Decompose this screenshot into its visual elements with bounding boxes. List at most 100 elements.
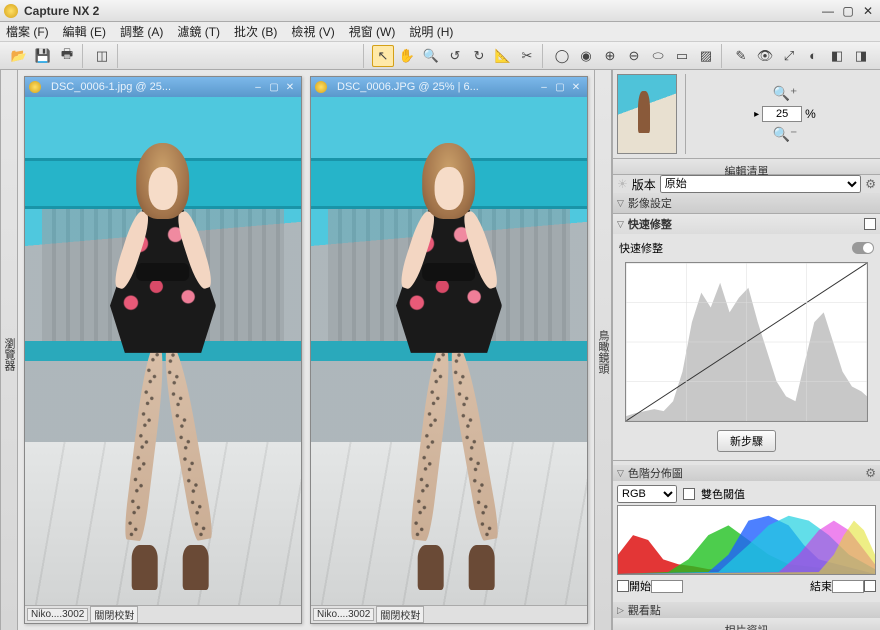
layout-button[interactable]: ◫ <box>91 45 113 67</box>
color-picker[interactable]: ⤢ <box>778 45 800 67</box>
image-1-statusbar: Niko....3002 關閉校對 <box>25 605 301 623</box>
rgb-histogram[interactable] <box>617 505 876 575</box>
sun-icon: ☀ <box>617 177 628 191</box>
birdview-tab[interactable]: 鳥瞰鏡頭 <box>594 70 612 630</box>
collapse-icon: ▷ <box>617 605 624 616</box>
expand-icon: ▽ <box>617 468 624 479</box>
version-label: 版本 <box>632 176 656 193</box>
image-1-camera: Niko....3002 <box>27 608 88 621</box>
curves-histogram[interactable] <box>625 262 868 422</box>
left-sidebar: 瀏覽器 資料夾 中繼資料 <box>0 70 18 630</box>
image-1-canvas[interactable] <box>25 97 301 605</box>
menubar: 檔案 (F) 編輯 (E) 調整 (A) 濾鏡 (T) 批次 (B) 檢視 (V… <box>0 22 880 42</box>
image-2-title: DSC_0006.JPG @ 25% | 6... <box>337 81 533 93</box>
zoom-out-button[interactable]: 🔍⁻ <box>773 126 798 143</box>
titlebar: Capture NX 2 — ▢ ✕ <box>0 0 880 22</box>
quickfix-title: 快速修整 <box>628 216 672 232</box>
editlist-tab[interactable]: 編輯清單 <box>613 159 880 175</box>
image-1-close[interactable]: ✕ <box>283 80 297 94</box>
minus-control-point[interactable]: ⊖ <box>623 45 645 67</box>
open-button[interactable]: 📂 <box>8 45 30 67</box>
gradient-tool[interactable]: ▭ <box>671 45 693 67</box>
zoom-in-button[interactable]: 🔍⁺ <box>773 85 798 102</box>
menu-adjust[interactable]: 調整 (A) <box>120 23 163 40</box>
neutral-picker[interactable]: ◐ <box>802 45 824 67</box>
version-gear-icon[interactable]: ⚙ <box>865 177 876 191</box>
image-2-profile[interactable]: 關閉校對 <box>376 606 424 623</box>
black-point-picker[interactable]: ◧ <box>826 45 848 67</box>
histogram-gear-icon[interactable]: ⚙ <box>865 466 876 480</box>
zoom-tool[interactable]: 🔍 <box>420 45 442 67</box>
print-button[interactable]: 🖶 <box>56 45 78 67</box>
image-1-photo <box>25 97 301 605</box>
auto-retouch-brush[interactable]: ✎ <box>730 45 752 67</box>
image-1-minimize[interactable]: – <box>251 80 265 94</box>
hand-tool[interactable]: ✋ <box>396 45 418 67</box>
image-window-2-titlebar[interactable]: DSC_0006.JPG @ 25% | 6... – ▢ ✕ <box>311 77 587 97</box>
menu-edit[interactable]: 編輯 (E) <box>63 23 106 40</box>
navigator: 🔍⁺ ▸ 25 % 🔍⁻ <box>613 70 880 159</box>
app-icon <box>4 4 18 18</box>
menu-help[interactable]: 說明 (H) <box>409 23 453 40</box>
close-button[interactable]: ✕ <box>860 3 876 19</box>
image-1-title: DSC_0006-1.jpg @ 25... <box>51 81 247 93</box>
browser-tab[interactable]: 瀏覽器 <box>1 78 17 630</box>
quickfix-checkbox[interactable] <box>864 218 876 230</box>
image-2-camera: Niko....3002 <box>313 608 374 621</box>
menu-batch[interactable]: 批次 (B) <box>234 23 277 40</box>
redeye-tool[interactable]: 👁 <box>754 45 776 67</box>
expand-icon: ▽ <box>617 219 624 230</box>
zoom-value[interactable]: 25 <box>762 106 802 122</box>
end-checkbox[interactable] <box>864 580 876 592</box>
minimize-button[interactable]: — <box>820 3 836 19</box>
version-select[interactable]: 原始 <box>660 175 861 193</box>
channel-select[interactable]: RGB <box>617 485 677 503</box>
menu-window[interactable]: 視窗 (W) <box>349 23 396 40</box>
menu-file[interactable]: 檔案 (F) <box>6 23 49 40</box>
start-input[interactable] <box>651 580 683 593</box>
crop-tool[interactable]: ✂ <box>516 45 538 67</box>
menu-filter[interactable]: 濾鏡 (T) <box>177 23 220 40</box>
selection-brush[interactable]: ⬭ <box>647 45 669 67</box>
lasso-tool[interactable]: ◯ <box>551 45 573 67</box>
straighten-tool[interactable]: 📐 <box>492 45 514 67</box>
workspace: 瀏覽器 資料夾 中繼資料 DSC_0006-1.jpg @ 25... – ▢ … <box>0 70 880 630</box>
rotate-ccw-button[interactable]: ↺ <box>444 45 466 67</box>
start-checkbox[interactable] <box>617 580 629 592</box>
fill-tool[interactable]: ▨ <box>695 45 717 67</box>
viewpoint-label: 觀看點 <box>628 602 661 618</box>
plus-control-point[interactable]: ⊕ <box>599 45 621 67</box>
image-1-maximize[interactable]: ▢ <box>267 80 281 94</box>
rotate-cw-button[interactable]: ↻ <box>468 45 490 67</box>
viewpoint-header[interactable]: ▷ 觀看點 <box>613 602 880 618</box>
quickfix-toggle[interactable] <box>852 242 874 254</box>
start-label: 開始 <box>629 578 651 594</box>
white-point-picker[interactable]: ◨ <box>850 45 872 67</box>
save-button[interactable]: 💾 <box>32 45 54 67</box>
image-window-1: DSC_0006-1.jpg @ 25... – ▢ ✕ <box>24 76 302 624</box>
image-2-maximize[interactable]: ▢ <box>553 80 567 94</box>
image-window-2: DSC_0006.JPG @ 25% | 6... – ▢ ✕ <box>310 76 588 624</box>
dual-threshold-checkbox[interactable] <box>683 488 695 500</box>
navigator-thumbnail[interactable] <box>617 74 677 154</box>
zoom-slider-handle[interactable]: ▸ <box>754 109 759 120</box>
end-input[interactable] <box>832 580 864 593</box>
new-step-button[interactable]: 新步驟 <box>717 430 776 452</box>
histogram-panel-header[interactable]: ▽ 色階分佈圖 ⚙ <box>613 465 880 481</box>
canvas-area: DSC_0006-1.jpg @ 25... – ▢ ✕ <box>18 70 594 630</box>
quickfix-header[interactable]: ▽ 快速修整 <box>613 214 880 234</box>
histogram-title: 色階分佈圖 <box>628 465 683 481</box>
quickfix-label: 快速修整 <box>619 240 663 256</box>
control-point-tool[interactable]: ◉ <box>575 45 597 67</box>
image-window-1-titlebar[interactable]: DSC_0006-1.jpg @ 25... – ▢ ✕ <box>25 77 301 97</box>
image-2-canvas[interactable] <box>311 97 587 605</box>
maximize-button[interactable]: ▢ <box>840 3 856 19</box>
image-2-close[interactable]: ✕ <box>569 80 583 94</box>
document-icon <box>315 81 327 93</box>
image-1-profile[interactable]: 關閉校對 <box>90 606 138 623</box>
pointer-tool[interactable]: ↖ <box>372 45 394 67</box>
menu-view[interactable]: 檢視 (V) <box>291 23 334 40</box>
image-settings-header[interactable]: ▽ 影像設定 <box>613 193 880 213</box>
image-2-minimize[interactable]: – <box>537 80 551 94</box>
photoinfo-tab[interactable]: 相片資訊 <box>613 618 880 630</box>
